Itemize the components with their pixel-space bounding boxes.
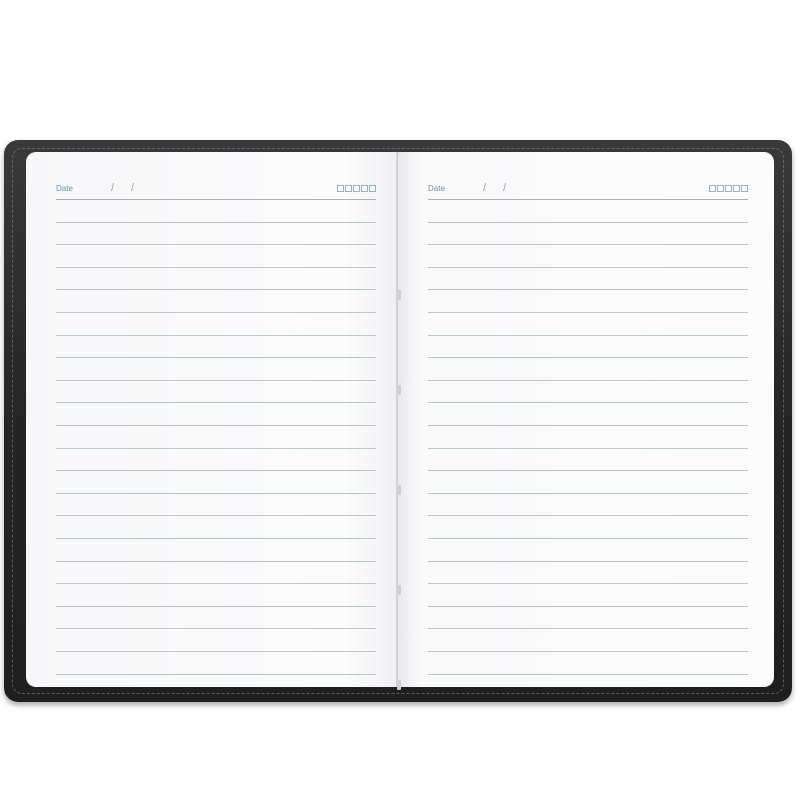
ruled-line <box>428 221 748 223</box>
ruled-line <box>56 289 376 291</box>
checkbox <box>741 185 748 192</box>
leather-notebook-cover: Date / / Date / / <box>4 140 792 702</box>
ruled-line <box>428 560 748 562</box>
ruled-line <box>428 244 748 246</box>
ruled-line <box>428 402 748 404</box>
ruled-line <box>428 334 748 336</box>
ruled-line <box>56 560 376 562</box>
checkbox <box>369 185 376 192</box>
ruled-line <box>428 628 748 630</box>
ruled-line <box>56 402 376 404</box>
ruled-line <box>56 379 376 381</box>
ruled-line <box>428 447 748 449</box>
right-weekday-checkboxes <box>709 185 748 194</box>
ruled-line <box>56 312 376 313</box>
ruled-line <box>56 538 376 539</box>
checkbox <box>361 185 368 192</box>
ruled-line <box>428 673 748 675</box>
ruled-line <box>56 605 376 607</box>
ruled-line <box>428 538 748 539</box>
ruled-line <box>428 605 748 607</box>
ruled-line <box>428 199 748 200</box>
left-weekday-checkboxes <box>337 185 376 194</box>
ruled-line <box>56 447 376 449</box>
ruled-line <box>428 583 748 585</box>
checkbox <box>725 185 732 192</box>
ruled-line <box>56 199 376 200</box>
ruled-line <box>56 266 376 268</box>
ruled-line <box>56 651 376 652</box>
binding-stitch <box>397 290 401 300</box>
right-date-slash-1: / <box>483 182 487 194</box>
left-date-slash-2: / <box>131 182 135 194</box>
ruled-line <box>56 628 376 630</box>
checkbox <box>345 185 352 192</box>
ruled-line <box>428 492 748 494</box>
ruled-line <box>56 515 376 517</box>
left-page: Date / / <box>26 152 402 687</box>
ruled-line <box>56 492 376 494</box>
ruled-line <box>428 379 748 381</box>
ruled-line <box>428 289 748 291</box>
ruled-line <box>56 470 376 472</box>
ruled-line <box>56 357 376 359</box>
binding-stitch <box>397 385 401 395</box>
checkbox <box>733 185 740 192</box>
ruled-line <box>428 651 748 652</box>
ruled-line <box>428 470 748 472</box>
ruled-line <box>428 312 748 313</box>
checkbox <box>717 185 724 192</box>
right-page: Date / / <box>398 152 774 687</box>
ruled-line <box>56 673 376 675</box>
left-date-row: Date / / <box>56 182 376 198</box>
right-date-slash-2: / <box>503 182 507 194</box>
ruled-line <box>56 221 376 223</box>
ruled-line <box>56 425 376 426</box>
checkbox <box>337 185 344 192</box>
checkbox <box>353 185 360 192</box>
left-date-label: Date <box>56 184 73 193</box>
right-date-row: Date / / <box>428 182 748 198</box>
checkbox <box>709 185 716 192</box>
binding-stitch <box>397 680 401 690</box>
binding-stitch <box>397 585 401 595</box>
ruled-line <box>428 357 748 359</box>
right-date-label: Date <box>428 184 445 193</box>
ruled-line <box>428 515 748 517</box>
binding-stitch <box>397 485 401 495</box>
ruled-line <box>56 334 376 336</box>
ruled-line <box>428 425 748 426</box>
ruled-line <box>56 244 376 246</box>
left-date-slash-1: / <box>111 182 115 194</box>
ruled-line <box>56 583 376 585</box>
notebook-photo: Date / / Date / / <box>0 0 800 800</box>
ruled-line <box>428 266 748 268</box>
